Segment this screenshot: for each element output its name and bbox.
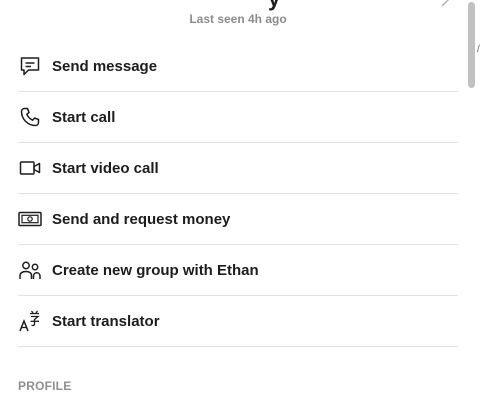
action-start-video-call[interactable]: Start video call xyxy=(18,143,458,194)
action-send-message-label: Send message xyxy=(52,57,158,75)
action-start-call[interactable]: Start call xyxy=(18,92,458,143)
panel-scrollbar[interactable] xyxy=(466,0,477,407)
action-create-group[interactable]: Create new group with Ethan xyxy=(18,245,458,296)
action-start-call-label: Start call xyxy=(52,108,116,126)
action-start-video-call-label: Start video call xyxy=(52,159,159,177)
scrollbar-thumb[interactable] xyxy=(468,2,475,88)
contact-name: y xyxy=(268,0,281,12)
action-start-translator-label: Start translator xyxy=(52,312,160,330)
phone-icon xyxy=(18,105,42,129)
translate-icon xyxy=(18,309,42,333)
contact-actions-list: Send message Start call Start video call xyxy=(18,41,458,347)
money-icon xyxy=(18,207,42,231)
action-send-request-money[interactable]: Send and request money xyxy=(18,194,458,245)
video-camera-icon xyxy=(18,156,42,180)
message-icon xyxy=(18,54,42,78)
action-start-translator[interactable]: Start translator xyxy=(18,296,458,347)
action-send-request-money-label: Send and request money xyxy=(52,210,231,228)
background-edge-text: / xyxy=(477,44,480,55)
contact-profile-panel: y Last seen 4h ago Send message S xyxy=(0,0,466,407)
people-icon xyxy=(18,258,42,282)
profile-section-title: PROFILE xyxy=(18,379,72,393)
last-seen-status: Last seen 4h ago xyxy=(189,12,287,26)
action-send-message[interactable]: Send message xyxy=(18,41,458,92)
edit-icon-glyph xyxy=(441,0,450,7)
action-create-group-label: Create new group with Ethan xyxy=(52,261,259,279)
